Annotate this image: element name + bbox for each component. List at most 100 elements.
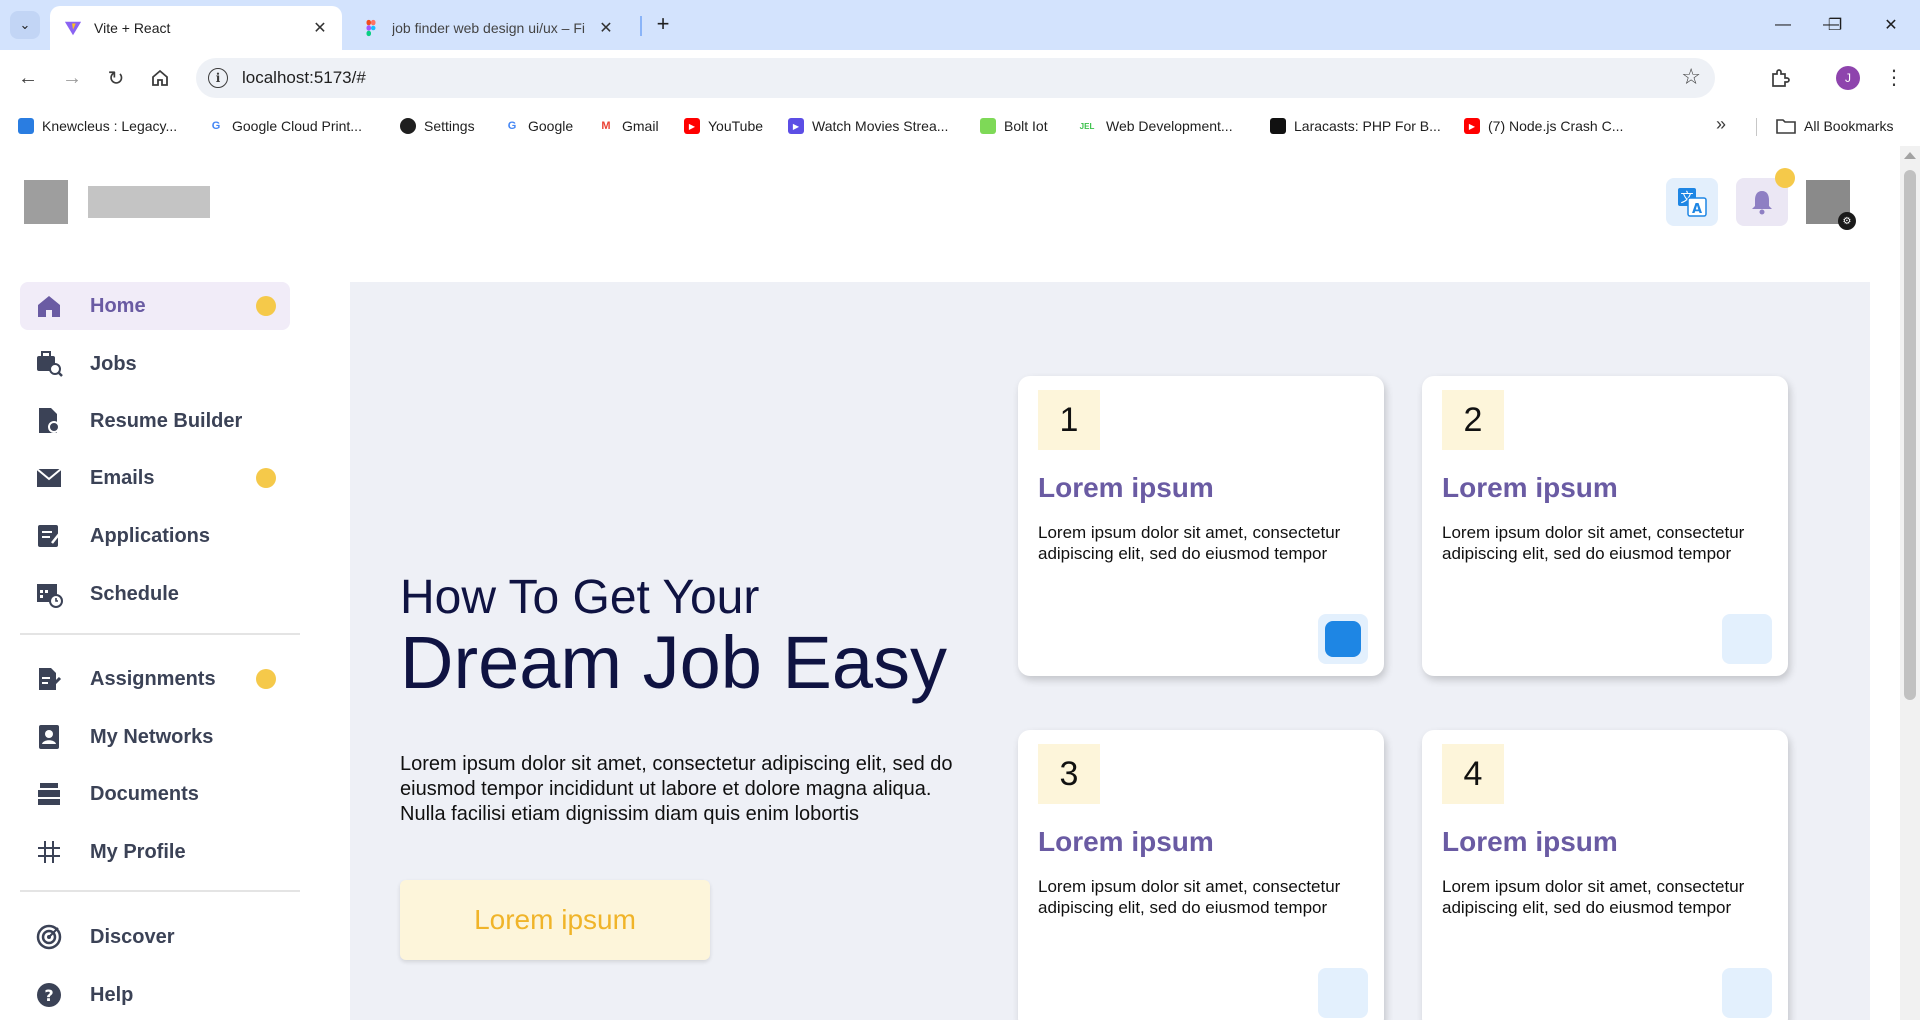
home-button[interactable]	[146, 64, 174, 92]
gmail-icon: M	[598, 118, 614, 134]
play-icon: ▶	[788, 118, 804, 134]
sidebar-item-documents[interactable]: Documents	[20, 770, 290, 818]
calendar-clock-icon	[34, 579, 64, 609]
step-card[interactable]: 4 Lorem ipsum Lorem ipsum dolor sit amet…	[1422, 730, 1788, 1020]
bookmark-item[interactable]: ▶ YouTube	[684, 116, 763, 136]
sidebar-item-schedule[interactable]: Schedule	[20, 570, 290, 618]
restore-button[interactable]: ❐	[1812, 10, 1858, 40]
browser-tab-active[interactable]: Vite + React ✕	[50, 6, 342, 50]
sidebar-item-jobs[interactable]: Jobs	[20, 340, 290, 388]
sidebar-divider	[20, 890, 300, 892]
card-action-button[interactable]	[1722, 968, 1772, 1018]
hero-description: Lorem ipsum dolor sit amet, consectetur …	[400, 753, 953, 825]
bookmark-item[interactable]: JEL Web Development...	[1076, 116, 1233, 136]
star-icon[interactable]: ☆	[1681, 64, 1701, 90]
card-text: Lorem ipsum dolor sit amet, consectetur …	[1442, 523, 1745, 563]
sidebar-item-applications[interactable]: Applications	[20, 512, 290, 560]
sidebar-item-label: Help	[90, 983, 134, 1006]
bolt-iot-icon	[980, 118, 996, 134]
sidebar-item-emails[interactable]: Emails	[20, 454, 290, 502]
scroll-up-arrow-icon[interactable]	[1904, 152, 1916, 159]
step-card[interactable]: 2 Lorem ipsum Lorem ipsum dolor sit amet…	[1422, 376, 1788, 676]
house-icon	[152, 69, 168, 86]
main-panel: How To Get Your Dream Job Easy Lorem ips…	[350, 282, 1870, 1020]
bookmark-item[interactable]: Bolt Iot	[980, 116, 1048, 136]
step-card[interactable]: 3 Lorem ipsum Lorem ipsum dolor sit amet…	[1018, 730, 1384, 1020]
sidebar-item-my-networks[interactable]: My Networks	[20, 713, 290, 761]
home-icon	[34, 291, 64, 321]
back-button[interactable]: ←	[14, 64, 42, 92]
all-bookmarks-button[interactable]: All Bookmarks	[1776, 116, 1893, 136]
extensions-button[interactable]	[1766, 64, 1794, 92]
bookmark-item[interactable]: ▶ (7) Node.js Crash C...	[1464, 116, 1623, 136]
documents-icon	[34, 779, 64, 809]
translate-button[interactable]: 文 A	[1666, 178, 1718, 226]
arrow-right-icon: →	[62, 66, 82, 89]
forward-button[interactable]: →	[58, 64, 86, 92]
contact-icon	[34, 722, 64, 752]
sidebar-item-discover[interactable]: Discover	[20, 913, 290, 961]
close-icon[interactable]: ✕	[308, 18, 332, 38]
puzzle-icon	[1772, 69, 1790, 87]
address-bar[interactable]: i localhost:5173/# ☆	[196, 58, 1715, 98]
browser-toolbar: ← → ↻ i localhost:5173/# ☆ J ⋮	[0, 50, 1920, 106]
app-page: 文 A ⚙ Home Jobs Resume Builder Emails Ap…	[0, 146, 1900, 1020]
bookmark-item[interactable]: G Google	[504, 116, 573, 136]
card-title: Lorem ipsum	[1038, 472, 1214, 503]
minimize-button[interactable]: —	[1760, 10, 1806, 40]
tab-search-button[interactable]: ⌄	[10, 11, 40, 39]
sidebar-item-resume-builder[interactable]: Resume Builder	[20, 397, 290, 445]
bookmarks-overflow-icon[interactable]: »	[1716, 114, 1726, 135]
sidebar-item-label: Emails	[90, 466, 155, 489]
folder-icon	[1776, 119, 1796, 134]
browser-profile-avatar[interactable]: J	[1836, 66, 1860, 90]
card-action-button[interactable]	[1722, 614, 1772, 664]
new-tab-button[interactable]: +	[650, 12, 676, 38]
card-action-button[interactable]	[1318, 614, 1368, 664]
bookmark-item[interactable]: G Google Cloud Print...	[208, 116, 362, 136]
bookmark-item[interactable]: Settings	[400, 116, 475, 136]
settings-badge-icon[interactable]: ⚙	[1838, 212, 1856, 230]
card-action-button[interactable]	[1318, 968, 1368, 1018]
close-window-button[interactable]: ✕	[1868, 10, 1914, 40]
laracasts-icon	[1270, 118, 1286, 134]
arrow-left-icon: ←	[18, 66, 38, 89]
sidebar-item-help[interactable]: ? Help	[20, 971, 290, 1019]
card-title: Lorem ipsum	[1442, 826, 1618, 857]
sidebar-item-label: Applications	[90, 524, 211, 547]
info-icon[interactable]: i	[208, 68, 228, 88]
more-menu-icon[interactable]: ⋮	[1884, 64, 1904, 92]
svg-text:A: A	[1692, 202, 1702, 217]
bookmark-item[interactable]: ▶ Watch Movies Strea...	[788, 116, 948, 136]
bookmarks-bar: Knewcleus : Legacy... G Google Cloud Prin…	[0, 106, 1920, 146]
card-text: Lorem ipsum dolor sit amet, consectetur …	[1442, 877, 1745, 917]
sidebar-divider	[20, 633, 300, 635]
github-icon	[400, 118, 416, 134]
target-icon	[34, 922, 64, 952]
bookmark-item[interactable]: M Gmail	[598, 116, 659, 136]
sidebar-item-label: Jobs	[90, 352, 137, 375]
sidebar-item-my-profile[interactable]: My Profile	[20, 828, 290, 876]
browser-tab-bar: ⌄ Vite + React ✕ job finder web design u…	[0, 0, 1920, 50]
card-title: Lorem ipsum	[1442, 472, 1618, 503]
sidebar-item-assignments[interactable]: Assignments	[20, 655, 290, 703]
browser-tab-inactive[interactable]: job finder web design ui/ux – Fi ✕	[348, 6, 628, 50]
scrollbar-thumb[interactable]	[1904, 170, 1916, 700]
youtube-icon: ▶	[1464, 118, 1480, 134]
sidebar-item-label: Discover	[90, 925, 175, 948]
tab-title: job finder web design ui/ux – Fi	[392, 20, 585, 36]
step-card[interactable]: 1 Lorem ipsum Lorem ipsum dolor sit amet…	[1018, 376, 1384, 676]
reload-icon: ↻	[107, 67, 125, 90]
hero-cta-button[interactable]: Lorem ipsum	[400, 880, 710, 960]
bookmark-item[interactable]: Laracasts: PHP For B...	[1270, 116, 1441, 136]
url-text[interactable]: localhost:5173/#	[242, 68, 366, 88]
hero-heading-line2: Dream Job Easy	[400, 621, 947, 704]
help-icon: ?	[34, 980, 64, 1010]
youtube-icon: ▶	[684, 118, 700, 134]
sidebar-item-home[interactable]: Home	[20, 282, 290, 330]
reload-button[interactable]: ↻	[102, 64, 130, 92]
close-icon[interactable]: ✕	[594, 18, 618, 38]
jelvix-icon: JEL	[1076, 118, 1098, 134]
bookmark-item[interactable]: Knewcleus : Legacy...	[18, 116, 177, 136]
logo-placeholder[interactable]	[24, 180, 68, 224]
